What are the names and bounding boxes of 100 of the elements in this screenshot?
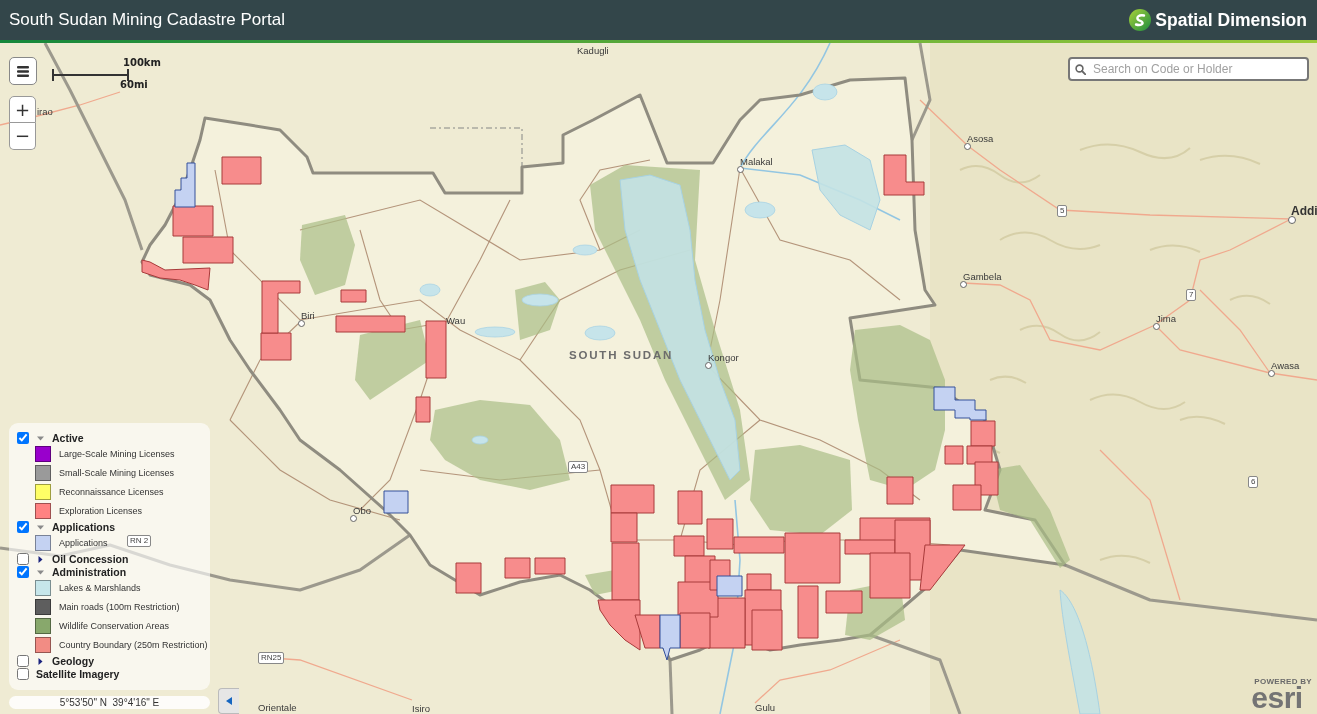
zoom-in-button[interactable]: + (9, 96, 36, 123)
search-icon (1075, 64, 1086, 75)
layer-group-label: Oil Concession (52, 553, 129, 565)
application-area (933, 386, 987, 421)
menu-button[interactable] (9, 57, 37, 85)
legend-item-label: Exploration Licenses (59, 506, 143, 516)
search-field[interactable]: Search on Code or Holder (1068, 57, 1309, 81)
road-number-shield: RN 2 (127, 535, 152, 547)
lake-area (744, 201, 776, 219)
road-number-shield: 6 (1248, 476, 1259, 488)
exploration-license-area (141, 259, 211, 291)
app-title: South Sudan Mining Cadastre Portal (9, 10, 285, 30)
application-area (383, 490, 409, 514)
exploration-license-area (534, 557, 566, 575)
place-label: Orientale (258, 703, 297, 713)
city-dot-icon (1153, 323, 1160, 330)
road-number-shield: 7 (1186, 289, 1197, 301)
road-number-shield: 5 (1057, 205, 1068, 217)
exploration-license-area (335, 315, 406, 333)
logo-icon (1129, 9, 1152, 31)
exploration-license-area (504, 557, 531, 579)
zoom-out-button[interactable]: − (9, 123, 36, 150)
road-number-shield: RN25 (258, 652, 285, 664)
scale-label: 60mi (120, 80, 148, 90)
legend-item-label: Small-Scale Mining Licenses (59, 468, 175, 478)
exploration-license-area (425, 320, 447, 379)
place-label: irao (37, 107, 53, 117)
lake-area (812, 83, 838, 101)
place-label: Wau (446, 316, 466, 326)
exploration-license-area (221, 156, 262, 185)
logo-wordmark: esri (1251, 686, 1303, 710)
city-dot-icon (964, 143, 971, 150)
city-dot-icon (350, 515, 357, 522)
exploration-license-area (340, 289, 367, 303)
layer-group-label: Administration (52, 566, 127, 578)
layer-checkbox[interactable] (17, 566, 29, 578)
layer-checkbox[interactable] (17, 553, 29, 565)
place-label: Gulu (755, 703, 776, 713)
coordinates-readout: 5°53'50" N 39°4'16" E (9, 696, 210, 709)
city-dot-icon (1288, 216, 1296, 224)
scale-bar-icon (52, 69, 129, 81)
layer-checkbox[interactable] (17, 655, 29, 667)
application-area (174, 162, 196, 208)
road-number-shield: A43 (568, 461, 589, 473)
exploration-license-area (944, 445, 964, 465)
exploration-license-area (455, 562, 482, 594)
legend-item-label: Country Boundary (250m Restriction) (59, 640, 208, 650)
city-dot-icon (298, 320, 305, 327)
exploration-license-area (886, 476, 914, 505)
city-label: Kongor (708, 353, 739, 363)
layer-checkbox[interactable] (17, 521, 29, 533)
city-label: Jima (1156, 314, 1177, 324)
caret-down-icon[interactable] (37, 434, 44, 442)
layer-checkbox[interactable] (17, 668, 29, 680)
exploration-license-area (415, 396, 431, 423)
application-area (716, 575, 743, 597)
lake-area (584, 325, 616, 341)
legend-item-label: Reconnaissance Licenses (59, 487, 164, 497)
legend-item-label: Large-Scale Mining Licenses (59, 449, 175, 459)
exploration-license-area (172, 205, 214, 237)
application-area (659, 614, 681, 661)
menu-icon (17, 65, 29, 77)
city-label: Biri (301, 311, 315, 321)
legend-item-label: Main roads (100m Restriction) (59, 602, 180, 612)
lake-area (419, 283, 441, 297)
country-label: SOUTH SUDAN (569, 350, 674, 362)
city-dot-icon (705, 362, 712, 369)
legend-item-label: Applications (59, 538, 108, 548)
exploration-license-area (679, 612, 711, 649)
exploration-license-area (182, 236, 234, 264)
city-label: Addi (1291, 205, 1317, 217)
place-label: Isiro (412, 704, 430, 714)
collapse-button[interactable] (218, 688, 239, 714)
caret-right-icon[interactable] (37, 555, 44, 563)
layer-group-label: Applications (52, 521, 115, 533)
layer-group-label: Geology (52, 655, 94, 667)
city-label: Obo (353, 506, 371, 516)
powered-by-text: POWERED BY (1254, 678, 1312, 686)
brand-name: Spatial Dimension (1155, 9, 1307, 31)
exploration-license-area (952, 484, 982, 511)
lake-area (471, 435, 489, 445)
triangle-left-icon (226, 697, 232, 705)
city-label: Gambela (963, 272, 1002, 282)
lake-area (572, 244, 598, 256)
city-dot-icon (737, 166, 744, 173)
exploration-license-area (919, 544, 966, 591)
layer-group-label: Active (52, 432, 84, 444)
layer-checkbox[interactable] (17, 432, 29, 444)
caret-down-icon[interactable] (37, 523, 44, 531)
city-dot-icon (960, 281, 967, 288)
caret-right-icon[interactable] (37, 657, 44, 665)
exploration-license-area (970, 420, 996, 447)
exploration-license-area (825, 590, 863, 614)
caret-down-icon[interactable] (37, 568, 44, 576)
scale-label: 100km (123, 58, 161, 68)
city-label: Awasa (1271, 361, 1300, 371)
city-label: Malakal (740, 157, 773, 167)
legend-item-label: Lakes & Marshlands (59, 583, 141, 593)
layer-group-label: Satellite Imagery (36, 668, 120, 680)
legend-item-label: Wildlife Conservation Areas (59, 621, 170, 631)
